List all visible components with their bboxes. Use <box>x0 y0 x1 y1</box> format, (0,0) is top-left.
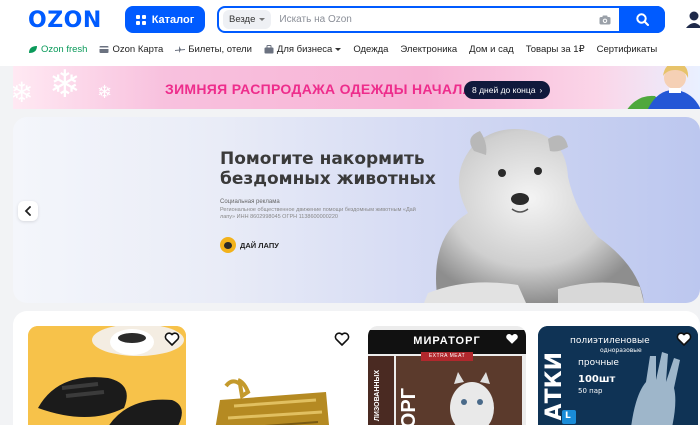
plane-icon <box>175 46 186 53</box>
briefcase-icon <box>264 45 274 54</box>
product-text-line3: прочные <box>578 358 619 368</box>
promo-person-image <box>627 66 700 109</box>
search-button[interactable] <box>619 6 665 33</box>
snowflake-icon: ❄ <box>13 77 34 108</box>
nav-label: Билеты, отели <box>188 44 252 55</box>
heart-icon[interactable] <box>164 331 180 347</box>
nav-item-clothes[interactable]: Одежда <box>353 44 388 55</box>
chevron-down-icon <box>259 18 266 21</box>
camera-icon[interactable] <box>599 15 611 25</box>
nav-item-certificates[interactable]: Сертификаты <box>597 44 658 55</box>
catalog-label: Каталог <box>151 13 195 26</box>
nav-item-business[interactable]: Для бизнеса <box>264 44 342 55</box>
card-icon <box>99 46 109 53</box>
banner-org-text: Региональное общественное движение помощ… <box>220 207 416 220</box>
product-text-line2: одноразовые <box>600 347 642 354</box>
banner-ad-label: Социальная реклама <box>220 199 280 205</box>
product-row: МИРАТОРГ EXTRA MEAT ЛИЗОВАННЫХ ОРГ полиэ… <box>13 311 700 425</box>
banner-logo-text: ДАЙ ЛАПУ <box>240 240 279 250</box>
nav-label: Сертификаты <box>596 44 658 55</box>
nav-label: Одежда <box>353 44 389 55</box>
user-icon[interactable] <box>680 10 700 28</box>
nav-item-home-garden[interactable]: Дом и сад <box>469 44 514 55</box>
hero-banner[interactable]: Помогите накормить бездомных животных Со… <box>13 117 700 303</box>
promo-strip[interactable]: ❄ ❄ ❄ ЗИМНЯЯ РАСПРОДАЖА ОДЕЖДЫ НАЧАЛАСЬ!… <box>13 66 700 109</box>
paw-icon <box>220 237 236 253</box>
product-card[interactable] <box>198 326 356 425</box>
banner-prev-button[interactable] <box>18 201 38 221</box>
ozon-logo[interactable]: OZON <box>28 8 102 33</box>
heart-icon[interactable] <box>334 331 350 347</box>
search-scope-select[interactable]: Везде <box>223 10 272 29</box>
search-input[interactable] <box>279 14 599 25</box>
dai-lapu-logo: ДАЙ ЛАПУ <box>220 237 279 253</box>
nav-item-ozon-fresh[interactable]: Ozon fresh <box>28 44 87 55</box>
snowflake-icon: ❄ <box>49 66 81 106</box>
product-side-text: ЛИЗОВАННЫХ <box>374 370 381 422</box>
chevron-down-icon <box>335 48 342 51</box>
nav-item-electronics[interactable]: Электроника <box>400 44 457 55</box>
nav-label: Ozon fresh <box>41 44 88 55</box>
category-nav: Ozon fresh Ozon Карта Билеты, отели Для … <box>28 44 657 55</box>
product-sub-label: EXTRA MEAT <box>421 352 473 361</box>
nav-label: Электроника <box>400 44 458 55</box>
nav-label: Товары за 1₽ <box>525 44 585 55</box>
heart-icon[interactable] <box>504 331 520 347</box>
nav-label: Для бизнеса <box>276 44 333 55</box>
promo-text: ЗИМНЯЯ РАСПРОДАЖА ОДЕЖДЫ НАЧАЛАСЬ! <box>165 81 499 97</box>
nav-label: Дом и сад <box>469 44 514 55</box>
catalog-button[interactable]: Каталог <box>125 6 205 33</box>
chevron-right-icon: › <box>539 85 543 95</box>
snowflake-icon: ❄ <box>97 82 113 102</box>
nav-item-ozon-card[interactable]: Ozon Карта <box>99 44 163 55</box>
dog-image <box>424 129 644 303</box>
search-icon <box>635 13 649 26</box>
product-pairs: 50 пар <box>578 387 603 395</box>
product-text-line1: полиэтиленовые <box>570 336 650 346</box>
promo-countdown-badge: 8 дней до конца › <box>464 81 551 99</box>
product-card[interactable]: полиэтиленовые одноразовые прочные 100шт… <box>538 326 698 425</box>
nav-label: Ozon Карта <box>112 44 164 55</box>
nav-item-goods-1rub[interactable]: Товары за 1₽ <box>526 44 585 55</box>
search-bar: Везде <box>217 6 665 33</box>
gold-sculpture-photo <box>198 326 356 425</box>
search-scope-label: Везде <box>229 14 256 25</box>
product-card[interactable]: МИРАТОРГ EXTRA MEAT ЛИЗОВАННЫХ ОРГ <box>368 326 526 425</box>
promo-badge-label: 8 дней до конца <box>472 85 536 95</box>
header: OZON Каталог Везде Ozon fresh <box>0 0 700 66</box>
grid-icon <box>135 14 146 25</box>
product-side-brand: АТКИ <box>542 352 567 421</box>
leaf-icon <box>29 46 37 53</box>
nav-item-tickets[interactable]: Билеты, отели <box>175 44 252 55</box>
product-count: 100шт <box>578 374 616 385</box>
chevron-left-icon <box>24 206 31 216</box>
product-brand-label: МИРАТОРГ <box>368 330 526 354</box>
product-card[interactable] <box>28 326 186 425</box>
slippers-photo <box>28 326 186 425</box>
product-side-brand: ОРГ <box>398 388 420 425</box>
heart-icon[interactable] <box>676 331 692 347</box>
